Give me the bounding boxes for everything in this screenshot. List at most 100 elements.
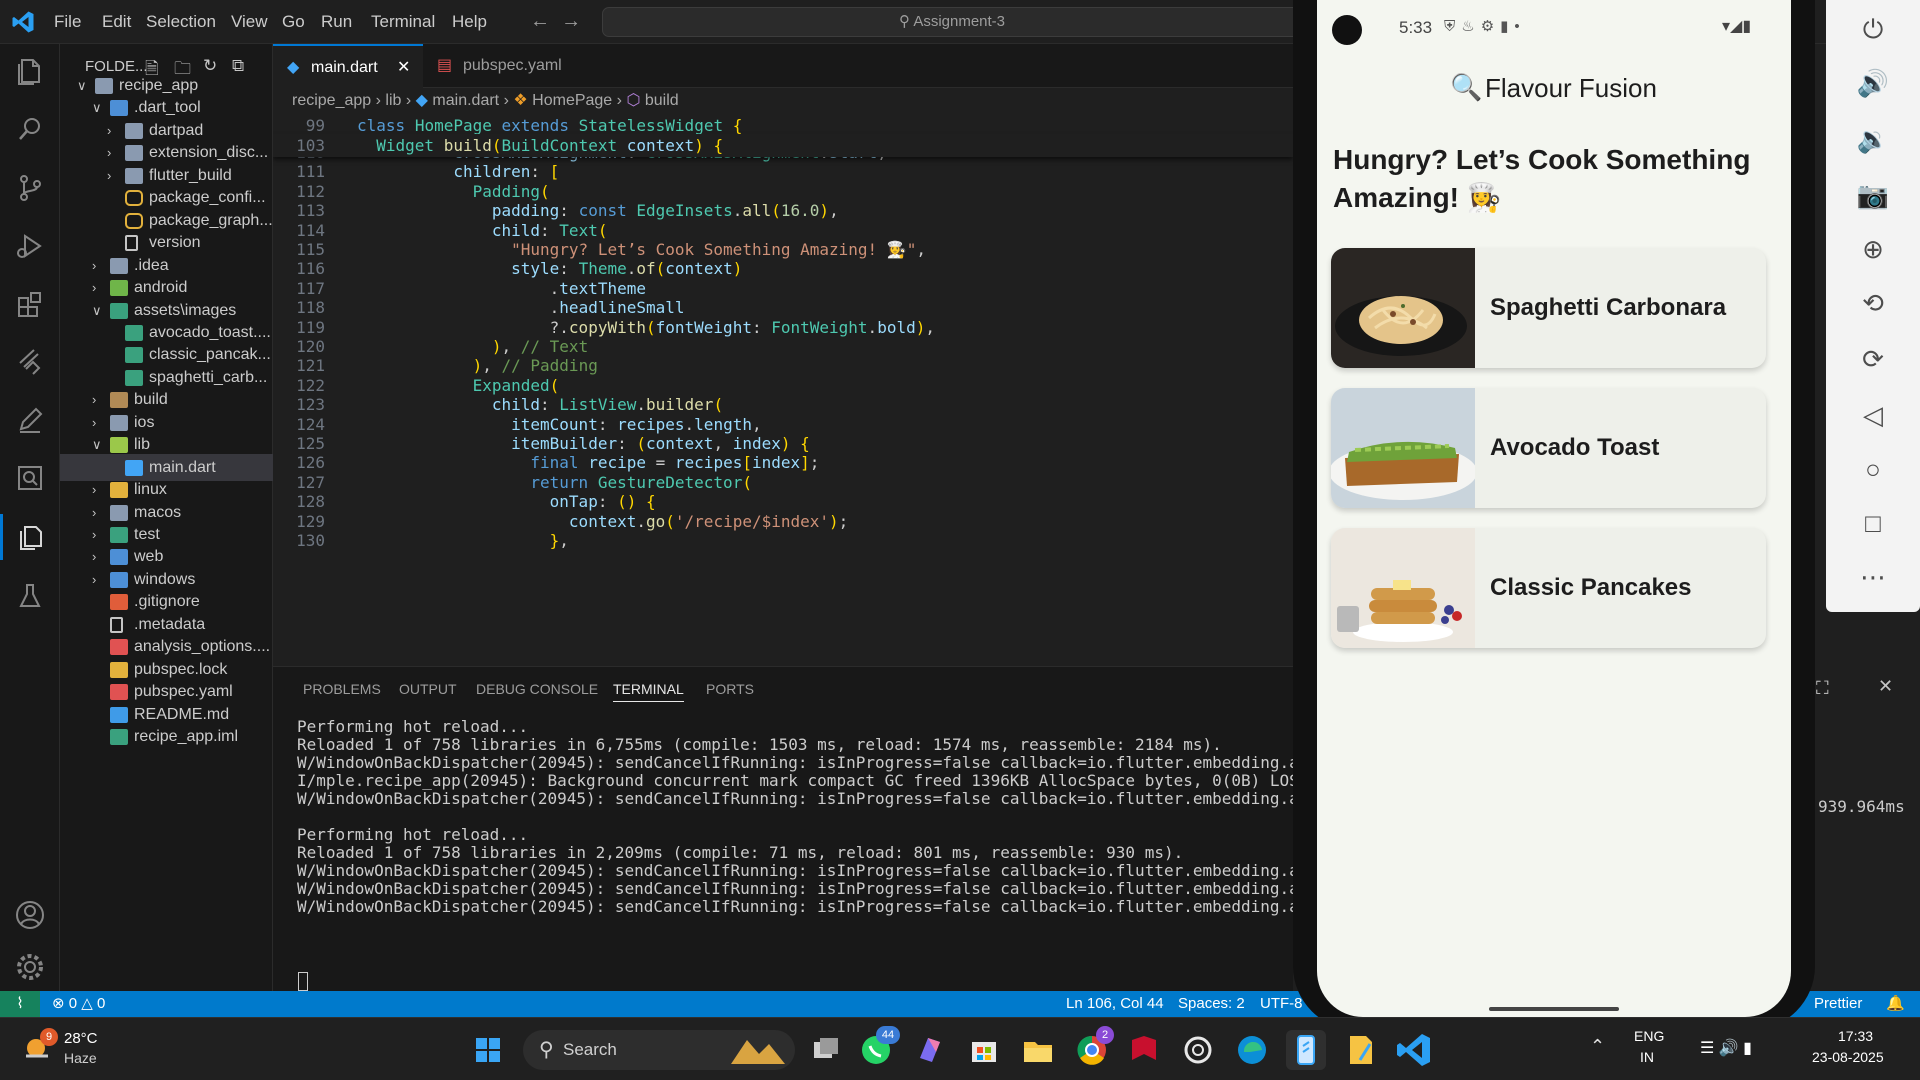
rotate-right-icon[interactable]: ⟳	[1856, 342, 1890, 376]
volume-down-icon[interactable]: 🔉	[1856, 122, 1890, 156]
gesture-nav-bar[interactable]	[1489, 1007, 1619, 1011]
breadcrumb-item[interactable]: HomePage	[532, 92, 612, 109]
phone-screen[interactable]: 5:33 ⛨♨⚙▮• ▾◢▮ 🔍 Flavour Fusion Hungry? …	[1317, 0, 1791, 1017]
chatgpt-icon[interactable]	[1178, 1030, 1218, 1070]
tab-pubspec-yaml[interactable]: ▤ pubspec.yaml	[423, 44, 593, 88]
edge-icon[interactable]	[1232, 1030, 1272, 1070]
wifi-signal-battery-icon: ▾◢▮	[1722, 18, 1752, 35]
vscode-taskbar-icon[interactable]	[1394, 1030, 1434, 1070]
menu-help[interactable]: Help	[452, 12, 487, 32]
settings-gear-icon[interactable]	[12, 949, 48, 985]
search-icon[interactable]	[12, 112, 48, 148]
line-number: 103	[296, 136, 325, 155]
breadcrumb-item[interactable]: lib	[385, 92, 401, 109]
folder-icon	[110, 482, 128, 499]
command-center-label: Assignment-3	[913, 13, 1006, 30]
back-icon[interactable]: ◁	[1856, 398, 1890, 432]
encoding[interactable]: UTF-8	[1260, 991, 1303, 1017]
indentation[interactable]: Spaces: 2	[1178, 991, 1245, 1017]
breadcrumb: recipe_app › lib › ◆ main.dart › ❖ HomeP…	[273, 88, 1293, 114]
whatsapp-icon[interactable]: 44	[856, 1026, 900, 1070]
tab-terminal[interactable]: TERMINAL	[613, 681, 684, 702]
copilot-icon[interactable]	[910, 1030, 950, 1070]
code-line[interactable]: 130 },	[273, 529, 1293, 552]
overview-icon[interactable]: □	[1856, 506, 1890, 540]
start-windows-icon[interactable]	[468, 1030, 508, 1070]
weather-widget-icon[interactable]: 9	[20, 1028, 58, 1066]
close-icon[interactable]: ✕	[397, 46, 410, 90]
json-icon	[125, 190, 143, 207]
tab-debug-console[interactable]: DEBUG CONSOLE	[476, 681, 598, 697]
clock-time[interactable]: 17:33	[1838, 1028, 1873, 1044]
taskbar-search[interactable]: ⚲ Search	[523, 1030, 795, 1070]
menu-edit[interactable]: Edit	[102, 12, 131, 32]
menu-file[interactable]: File	[54, 12, 81, 32]
home-icon[interactable]: ○	[1856, 452, 1890, 486]
terminal-cursor	[298, 972, 308, 991]
file-explorer-icon[interactable]	[1018, 1030, 1058, 1070]
recipe-card[interactable]: Classic Pancakes	[1331, 528, 1766, 648]
cursor-position[interactable]: Ln 106, Col 44	[1066, 991, 1164, 1017]
chrome-icon[interactable]: 2	[1072, 1026, 1114, 1070]
breadcrumb-item[interactable]: recipe_app	[292, 92, 371, 109]
clock-date[interactable]: 23-08-2025	[1812, 1049, 1884, 1065]
recipe-card[interactable]: Avocado Toast	[1331, 388, 1766, 508]
remote-explorer-icon[interactable]	[12, 460, 48, 496]
menu-terminal[interactable]: Terminal	[371, 12, 435, 32]
tab-ports[interactable]: PORTS	[706, 681, 754, 697]
power-icon[interactable]: ⏻	[1856, 12, 1890, 46]
task-view-icon[interactable]	[806, 1030, 846, 1070]
camera-screenshot-icon[interactable]: 📷	[1856, 178, 1890, 212]
taskbar-search-label: Search	[563, 1040, 617, 1059]
menu-run[interactable]: Run	[321, 12, 352, 32]
breadcrumb-item[interactable]: build	[645, 92, 679, 109]
remote-indicator-icon[interactable]: ⌇	[0, 991, 40, 1017]
folder-icon	[125, 167, 143, 184]
iml-icon	[110, 729, 128, 746]
more-options-icon[interactable]: ⋯	[1856, 560, 1890, 594]
copy-files-icon[interactable]	[12, 519, 48, 555]
source-control-icon[interactable]	[12, 170, 48, 206]
volume-up-icon[interactable]: 🔊	[1856, 66, 1890, 100]
zoom-icon[interactable]: ⊕	[1856, 232, 1890, 266]
menu-selection[interactable]: Selection	[146, 12, 216, 32]
forward-arrow-icon[interactable]: →	[561, 10, 581, 32]
prettier-status[interactable]: Prettier	[1814, 991, 1862, 1017]
maximize-panel-icon[interactable]: ⛶	[1816, 678, 1829, 699]
folder-icon	[110, 549, 128, 566]
tab-output[interactable]: OUTPUT	[399, 681, 457, 697]
sticky-scroll-line[interactable]: 103 Widget build(BuildContext context) {	[273, 134, 1293, 157]
menu-view[interactable]: View	[231, 12, 268, 32]
breadcrumb-item[interactable]: main.dart	[432, 92, 499, 109]
extensions-icon[interactable]	[12, 286, 48, 322]
mcafee-icon[interactable]	[1124, 1030, 1164, 1070]
tree-file[interactable]: recipe_app.iml	[60, 723, 273, 750]
tab-problems[interactable]: PROBLEMS	[303, 681, 381, 697]
notepad-icon[interactable]	[1340, 1030, 1380, 1070]
status-time: 5:33	[1399, 18, 1433, 37]
back-arrow-icon[interactable]: ←	[530, 10, 550, 32]
magnifier-emoji-icon: 🔍	[1450, 72, 1483, 102]
command-center-search[interactable]: ⚲ Assignment-3	[602, 7, 1302, 37]
account-icon[interactable]	[12, 897, 48, 933]
code-editor[interactable]: 99 class HomePage extends StatelessWidget…	[273, 114, 1293, 666]
problems-status[interactable]: ⊗ 0 △ 0	[52, 991, 105, 1017]
close-panel-icon[interactable]: ✕	[1878, 676, 1893, 697]
code-text: },	[549, 531, 569, 550]
menu-go[interactable]: Go	[282, 12, 305, 32]
testing-flask-icon[interactable]	[12, 578, 48, 614]
recipe-card[interactable]: Spaghetti Carbonara	[1331, 248, 1766, 368]
language-top[interactable]: ENG	[1634, 1028, 1664, 1044]
notifications-bell-icon[interactable]: 🔔	[1886, 991, 1905, 1017]
microsoft-store-icon[interactable]	[964, 1030, 1004, 1070]
run-debug-icon[interactable]	[12, 228, 48, 264]
pencil-edit-icon[interactable]	[12, 402, 48, 438]
chevron-up-icon[interactable]: ⌃	[1590, 1036, 1605, 1057]
flutter-app-icon[interactable]	[1286, 1030, 1326, 1070]
wifi-volume-battery-icon[interactable]: ☰ 🔊 ▮	[1700, 1038, 1752, 1058]
language-bottom[interactable]: IN	[1640, 1049, 1654, 1065]
tab-main-dart[interactable]: ◆ main.dart ✕	[273, 44, 423, 88]
flutter-icon[interactable]	[12, 344, 48, 380]
explorer-files-icon[interactable]	[12, 54, 48, 90]
rotate-left-icon[interactable]: ⟲	[1856, 286, 1890, 320]
